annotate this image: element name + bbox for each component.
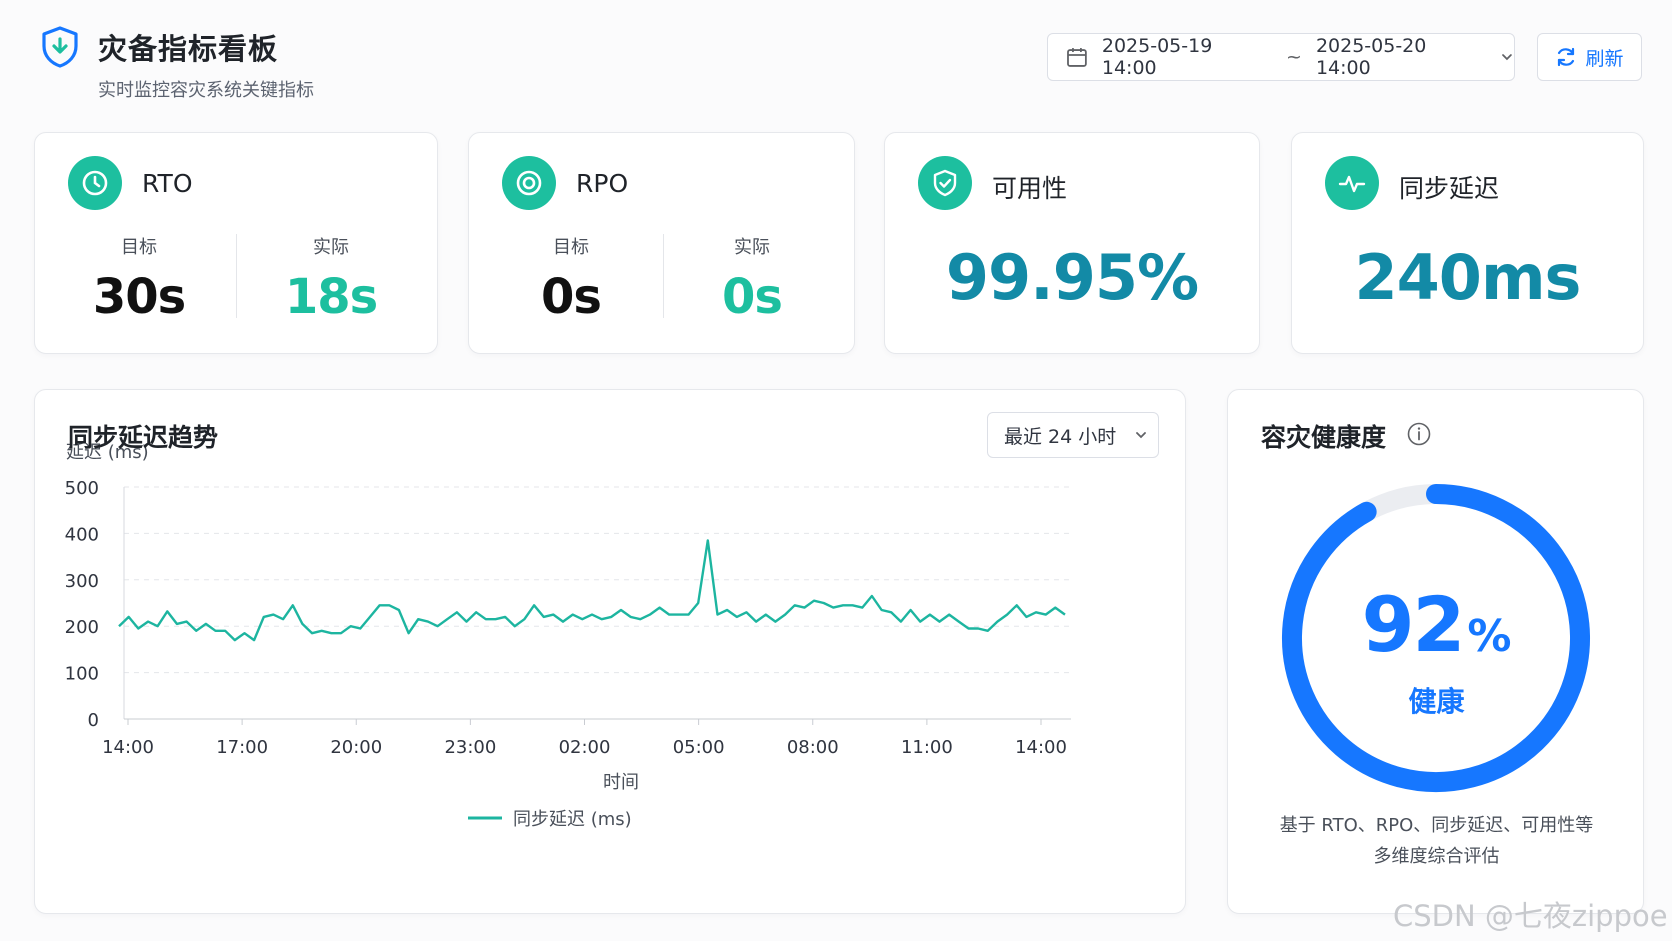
refresh-icon — [1558, 47, 1575, 67]
x-tick-label: 17:00 — [216, 737, 268, 758]
refresh-label: 刷新 — [1585, 47, 1624, 70]
x-tick-label: 11:00 — [901, 737, 953, 758]
x-tick-label: 20:00 — [330, 737, 382, 758]
trend-title: 同步延迟趋势 — [68, 423, 219, 452]
rpo-card: RPO 目标 0s 实际 0s — [468, 132, 855, 354]
rto-target-value: 30s — [92, 269, 186, 325]
x-axis-label: 时间 — [603, 772, 639, 793]
health-description: 基于 RTO、RPO、同步延迟、可用性等 多维度综合评估 — [1248, 810, 1625, 872]
rpo-actual-value: 0s — [722, 269, 783, 325]
date-end: 2025-05-20 14:00 — [1315, 35, 1427, 79]
health-value-unit: % — [1467, 611, 1512, 662]
shield-check-icon — [918, 156, 972, 210]
sync-delay-card: 同步延迟 240ms — [1291, 132, 1644, 354]
y-tick-label: 300 — [65, 571, 99, 592]
chevron-down-icon — [1502, 54, 1512, 61]
x-tick-label: 14:00 — [1015, 737, 1067, 758]
refresh-button[interactable]: 刷新 — [1537, 33, 1642, 81]
health-value: 92% — [1228, 580, 1645, 669]
x-tick-label: 23:00 — [444, 737, 496, 758]
rpo-actual-label: 实际 — [734, 237, 770, 258]
rto-actual-label: 实际 — [313, 237, 349, 258]
rpo-target-label: 目标 — [553, 237, 589, 258]
x-tick-label: 02:00 — [559, 737, 611, 758]
rpo-actual: 实际 0s — [682, 233, 822, 325]
health-desc-line-1: 基于 RTO、RPO、同步延迟、可用性等 — [1279, 815, 1594, 836]
header: 灾备指标看板 实时监控容灾系统关键指标 2025-05-19 14:00 ~ 2… — [0, 0, 1672, 120]
rpo-title: RPO — [576, 169, 629, 198]
date-separator: ~ — [1286, 46, 1302, 68]
health-title: 容灾健康度 — [1261, 423, 1387, 452]
rto-card: RTO 目标 30s 实际 18s — [34, 132, 438, 354]
watermark: CSDN @七夜zippoe — [1393, 899, 1668, 933]
rto-actual-value: 18s — [284, 269, 378, 325]
time-range-select[interactable]: 最近 24 小时 — [987, 412, 1159, 458]
y-tick-label: 500 — [65, 478, 99, 499]
rpo-target: 目标 0s — [501, 233, 641, 325]
pulse-icon — [1325, 156, 1379, 210]
health-desc-line-2: 多维度综合评估 — [1373, 846, 1500, 867]
y-tick-label: 0 — [88, 710, 99, 731]
y-tick-label: 100 — [65, 664, 99, 685]
target-icon — [502, 156, 556, 210]
sync-delay-title: 同步延迟 — [1399, 174, 1500, 203]
rto-title: RTO — [142, 169, 193, 198]
clock-icon — [68, 156, 122, 210]
info-icon[interactable] — [1406, 421, 1432, 447]
health-status: 健康 — [1408, 685, 1465, 718]
time-range-label: 最近 24 小时 — [1004, 425, 1117, 448]
x-tick-label: 05:00 — [673, 737, 725, 758]
rpo-target-value: 0s — [541, 269, 602, 325]
page-subtitle: 实时监控容灾系统关键指标 — [98, 80, 314, 101]
divider — [663, 234, 664, 318]
x-tick-label: 08:00 — [787, 737, 839, 758]
legend-label: 同步延迟 (ms) — [513, 809, 632, 830]
trend-chart-card: 延迟 (ms) 0 100 200 300 400 500 14:00 17:00 20:00 23… — [34, 389, 1186, 914]
health-card: 容灾健康度 92% 健康 基于 RTO、RPO、同步延迟、可用性等 多维度综合评… — [1227, 389, 1644, 914]
health-value-number: 92 — [1361, 580, 1466, 669]
chevron-down-icon — [1136, 432, 1147, 439]
x-tick-label: 14:00 — [102, 737, 154, 758]
date-start: 2025-05-19 14:00 — [1101, 35, 1213, 79]
divider — [236, 234, 237, 318]
page-title: 灾备指标看板 — [98, 32, 279, 66]
rto-target-label: 目标 — [121, 237, 157, 258]
availability-value: 99.95% — [945, 241, 1199, 314]
series-line — [118, 539, 1066, 642]
y-tick-label: 200 — [65, 617, 99, 638]
availability-card: 可用性 99.95% — [884, 132, 1260, 354]
availability-title: 可用性 — [992, 174, 1068, 203]
rto-actual: 实际 18s — [261, 233, 401, 325]
y-tick-label: 400 — [65, 524, 99, 545]
date-range-picker[interactable]: 2025-05-19 14:00 ~ 2025-05-20 14:00 — [1047, 33, 1515, 81]
sync-delay-value: 240ms — [1354, 241, 1582, 314]
rto-target: 目标 30s — [69, 233, 209, 325]
shield-logo-icon — [42, 26, 78, 68]
calendar-icon — [1067, 48, 1087, 67]
trend-chart: 延迟 (ms)010020030040050014:00 17:00 20:00 23… — [65, 442, 1071, 830]
